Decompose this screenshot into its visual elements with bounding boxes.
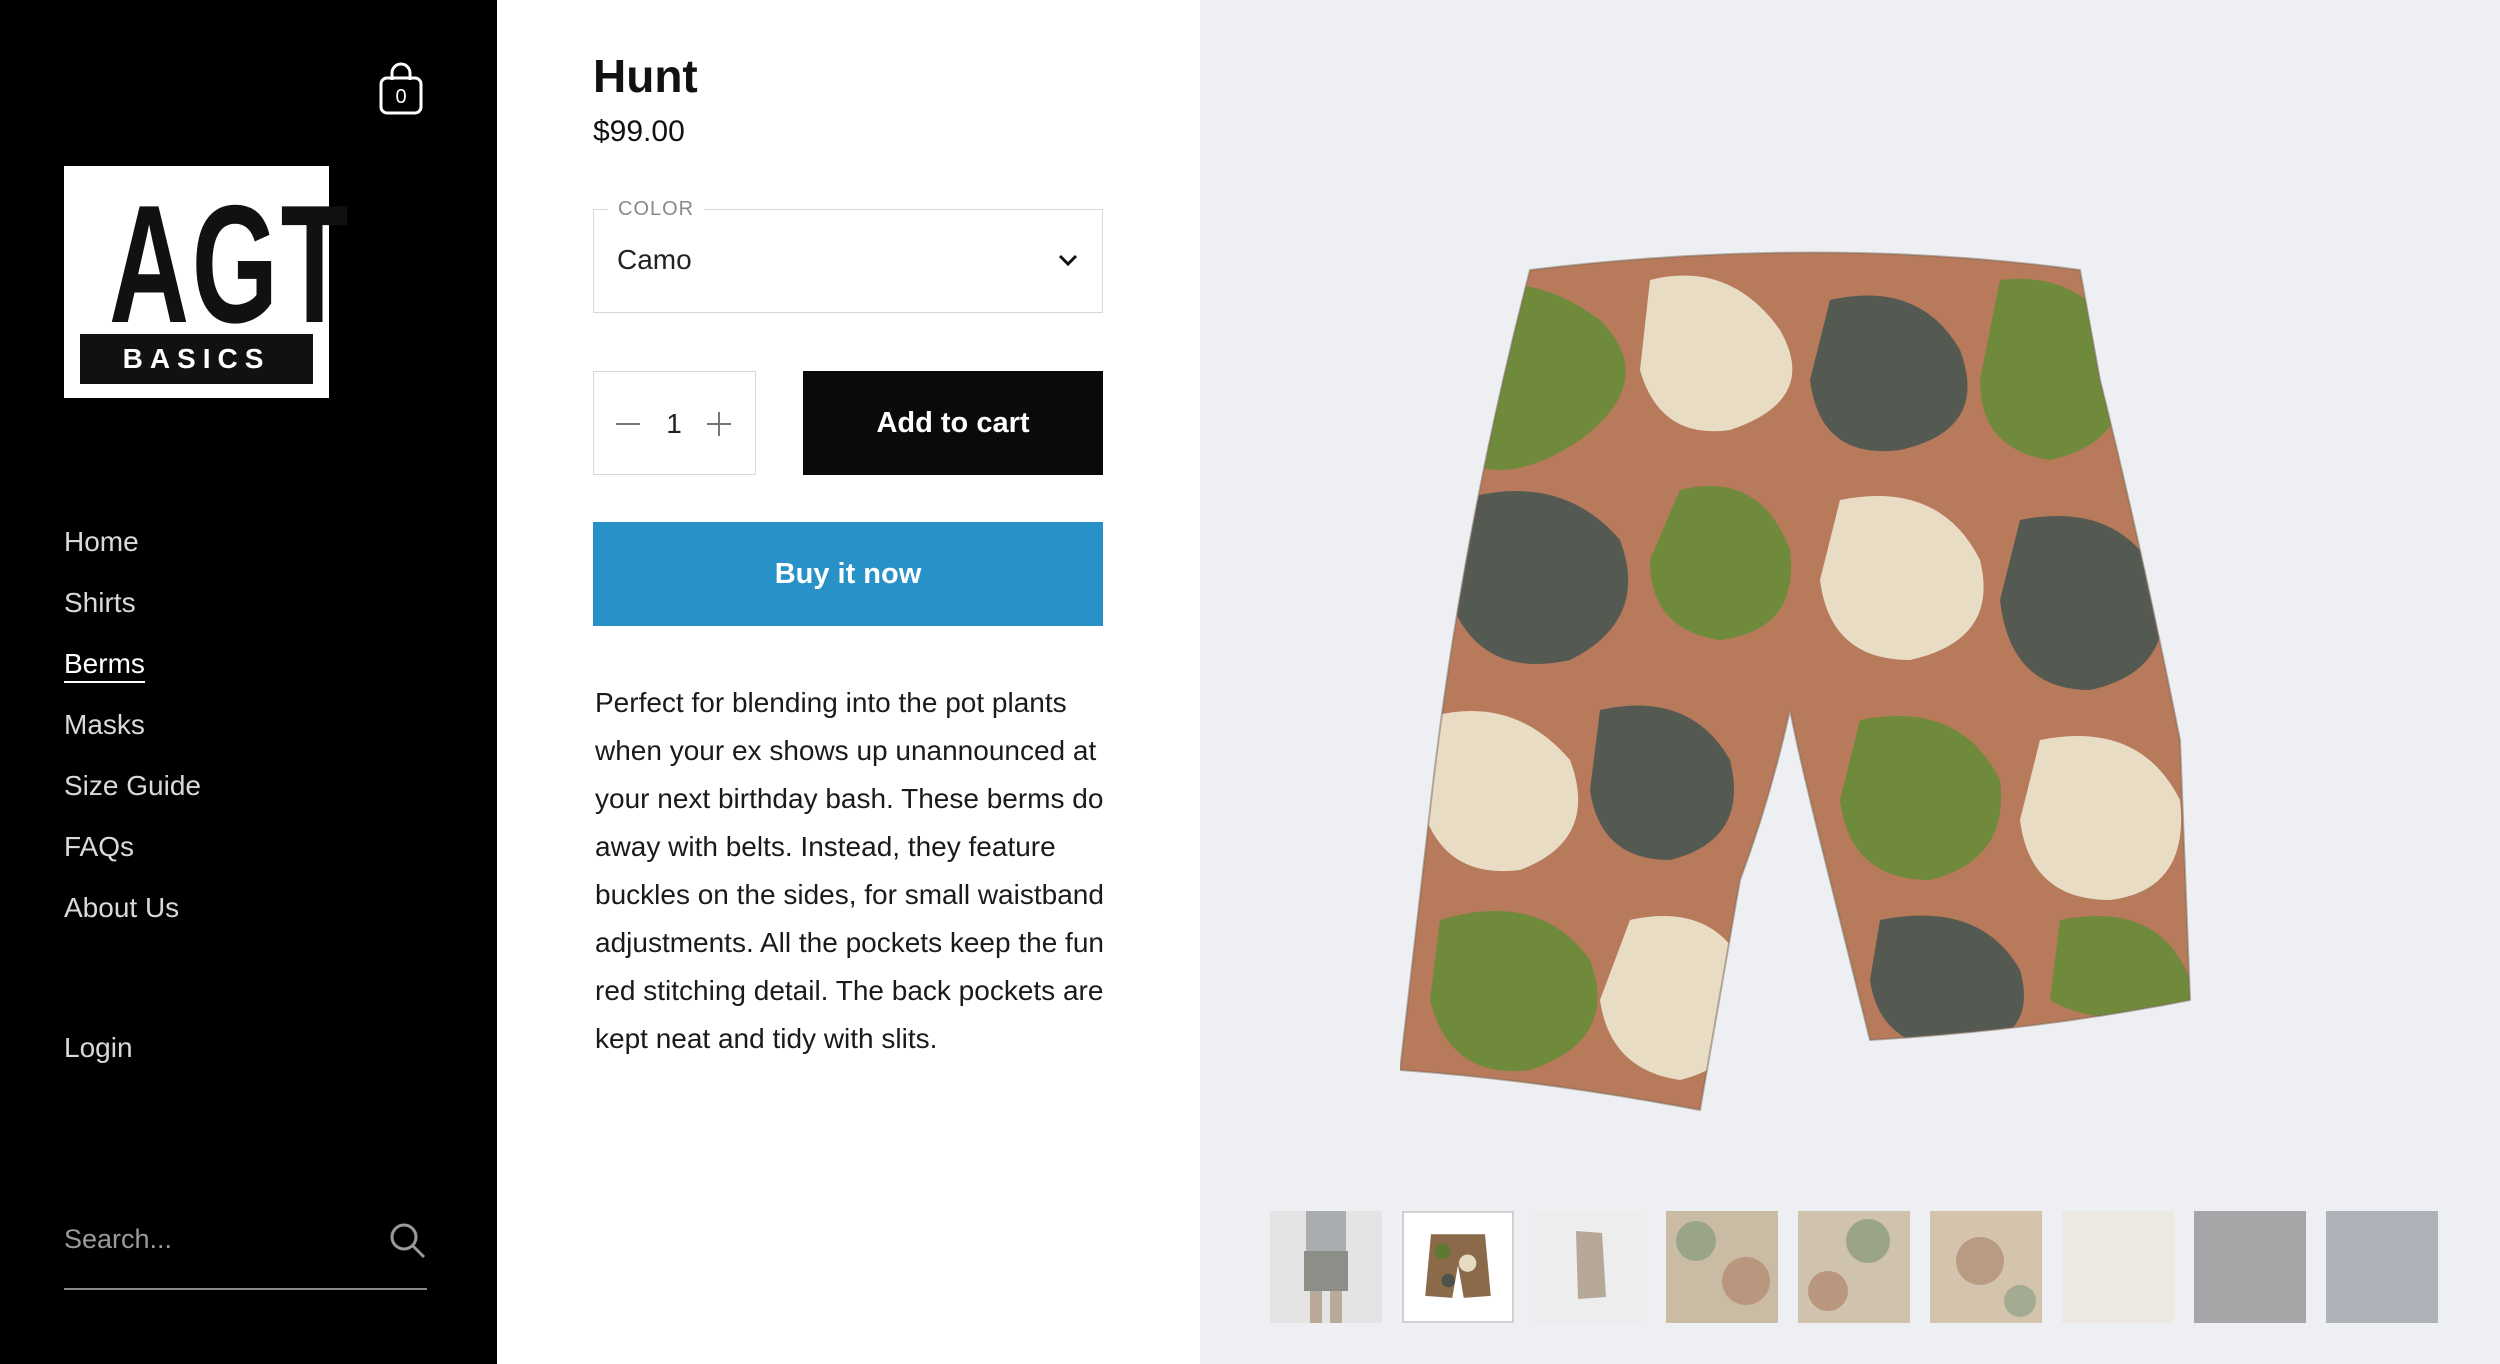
nav-item-masks[interactable]: Masks xyxy=(64,705,201,766)
plus-icon[interactable] xyxy=(705,410,733,438)
cart-count: 0 xyxy=(395,86,406,108)
chevron-down-icon xyxy=(1058,254,1078,267)
product-title: Hunt xyxy=(593,50,698,102)
quantity-input[interactable]: 1 xyxy=(654,402,694,446)
logo-subtitle: BASICS xyxy=(80,334,313,384)
nav-item-about-us[interactable]: About Us xyxy=(64,888,201,949)
thumbnail-camo-detail-3[interactable] xyxy=(1930,1211,2042,1323)
main-nav: Home Shirts Berms Masks Size Guide FAQs … xyxy=(64,522,201,949)
color-select-label: COLOR xyxy=(608,198,705,220)
search-icon[interactable] xyxy=(387,1220,427,1260)
thumbnail-model-shorts[interactable] xyxy=(1270,1211,1382,1323)
thumbnail-camo-detail-1[interactable] xyxy=(1666,1211,1778,1323)
thumbnail-strip xyxy=(1270,1211,2450,1323)
add-to-cart-button[interactable]: Add to cart xyxy=(803,371,1103,475)
thumbnail-grey-fabric[interactable] xyxy=(2194,1211,2306,1323)
search-input[interactable] xyxy=(64,1210,364,1268)
quantity-stepper: 1 xyxy=(593,371,756,475)
thumbnail-camo-detail-2[interactable] xyxy=(1798,1211,1910,1323)
minus-icon[interactable] xyxy=(614,410,642,438)
nav-item-shirts[interactable]: Shirts xyxy=(64,583,201,644)
nav-item-faqs[interactable]: FAQs xyxy=(64,827,201,888)
product-description: Perfect for blending into the pot plants… xyxy=(595,687,1104,1054)
nav-item-berms[interactable]: Berms xyxy=(64,644,201,705)
login-link[interactable]: Login xyxy=(64,1028,133,1068)
nav-item-size-guide[interactable]: Size Guide xyxy=(64,766,201,827)
buy-now-button[interactable]: Buy it now xyxy=(593,522,1103,626)
cart-button[interactable]: 0 xyxy=(377,60,425,116)
thumbnail-camo-shorts-side[interactable] xyxy=(1534,1211,1646,1323)
main-product-image[interactable] xyxy=(1400,240,2380,1140)
search-form xyxy=(64,1210,427,1290)
color-select-value: Camo xyxy=(617,244,692,275)
shopping-bag-icon: 0 xyxy=(379,62,423,115)
nav-item-home[interactable]: Home xyxy=(64,522,201,583)
product-price: $99.00 xyxy=(593,115,685,148)
sidebar: 0 AGT BASICS Home Shirts Berms Masks Siz… xyxy=(0,0,497,1364)
store-logo[interactable]: AGT BASICS xyxy=(64,166,352,398)
product-gallery xyxy=(1200,0,2500,1364)
thumbnail-camo-shorts-front[interactable] xyxy=(1402,1211,1514,1323)
color-select[interactable]: COLOR Camo xyxy=(593,198,1103,313)
thumbnail-cream-fabric[interactable] xyxy=(2062,1211,2174,1323)
logo-wordmark: AGT xyxy=(109,170,352,358)
thumbnail-grey-blue-fabric[interactable] xyxy=(2326,1211,2438,1323)
